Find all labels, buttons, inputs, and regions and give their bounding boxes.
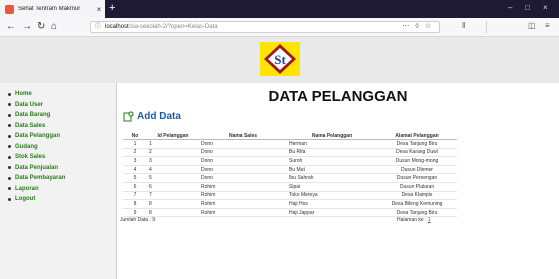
bullet-icon	[8, 155, 11, 159]
add-data-button[interactable]: Add Data	[123, 111, 181, 122]
bullet-icon	[8, 197, 11, 201]
bullet-icon	[8, 134, 11, 138]
sidebar: Home Data User Data Barang Data Sales Da…	[0, 83, 117, 279]
pelanggan-table: No Id Pelanggan Nama Sales Nama Pelangga…	[123, 132, 457, 218]
bullet-icon	[8, 113, 11, 117]
new-tab-button[interactable]: +	[109, 2, 115, 15]
tab-close-button[interactable]: ×	[93, 5, 105, 14]
table-row[interactable]: 2 2 Dono Bu Rifa Desa Karang Duwi	[123, 148, 457, 158]
column-header-no: No	[123, 132, 147, 140]
tab-title: Sehat Tentram Makmur	[18, 6, 81, 12]
sidebar-menu: Home Data User Data Barang Data Sales Da…	[8, 89, 65, 205]
site-info-icon[interactable]: ⓘ	[95, 22, 101, 32]
forward-icon[interactable]: →	[22, 20, 32, 34]
page-actions-icons[interactable]: ⋯ ◊ ☆	[402, 22, 433, 32]
sidebar-item-data-sales[interactable]: Data Sales	[8, 121, 65, 132]
window-minimize-button[interactable]: –	[508, 3, 512, 12]
site-logo[interactable]: St	[260, 42, 300, 76]
window-maximize-button[interactable]: □	[525, 3, 530, 12]
library-icon[interactable]: ‖	[462, 21, 465, 30]
toolbar-divider	[486, 21, 487, 33]
pagination-label: Halaman ke :	[397, 217, 427, 223]
address-bar[interactable]: ⓘ localhost /sia-sekolah-2/?open=Kelas-D…	[90, 21, 440, 33]
browser-nav-bar: ← → ↻ ⌂ ⓘ localhost /sia-sekolah-2/?open…	[0, 18, 559, 37]
sidebar-item-home[interactable]: Home	[8, 89, 65, 100]
table-row[interactable]: 3 3 Dono Suroh Dusun Mong-mong	[123, 156, 457, 166]
back-icon[interactable]: ←	[6, 20, 16, 34]
sidebar-item-data-pembayaran[interactable]: Data Pembayaran	[8, 173, 65, 184]
table-row[interactable]: 1 1 Dono Herman Desa Tanjung Biru	[123, 139, 457, 149]
sidebar-item-data-pelanggan[interactable]: Data Pelanggan	[8, 131, 65, 142]
sidebar-item-stok-sales[interactable]: Stok Sales	[8, 152, 65, 163]
column-header-pelanggan: Nama Pelanggan	[287, 132, 377, 140]
column-header-id: Id Pelanggan	[147, 132, 199, 140]
bullet-icon	[8, 176, 11, 180]
browser-tab-bar: Sehat Tentram Makmur × + – □ ×	[0, 0, 559, 18]
bullet-icon	[8, 187, 11, 191]
table-row[interactable]: 5 5 Dono Ibu Sahrah Dusun Pereengan	[123, 173, 457, 183]
column-header-sales: Nama Sales	[199, 132, 287, 140]
window-close-button[interactable]: ×	[543, 3, 548, 12]
reload-icon[interactable]: ↻	[37, 20, 45, 34]
table-row[interactable]: 6 6 Rohim Sipai Dusun Plalaran	[123, 182, 457, 192]
table-row[interactable]: 4 4 Dono Bu Mut Dusun Dlemer	[123, 165, 457, 175]
table-row[interactable]: 9 8 Rohim Haji Jappar Desa Tanjung Biru	[123, 208, 457, 218]
bullet-icon	[8, 103, 11, 107]
favicon-icon	[5, 4, 14, 14]
column-header-alamat: Alamat Pelanggan	[377, 132, 457, 140]
sidebar-item-logout[interactable]: Logout	[8, 194, 65, 205]
bullet-icon	[8, 92, 11, 96]
sidebar-item-laporan[interactable]: Laporan	[8, 184, 65, 195]
sidebar-toggle-icon[interactable]: ◫	[528, 21, 536, 30]
table-row[interactable]: 7 7 Rohim Toko Mereya Desa Klampis	[123, 191, 457, 201]
bullet-icon	[8, 145, 11, 149]
sidebar-item-gudang[interactable]: Gudang	[8, 142, 65, 153]
page-link-1[interactable]: 1	[428, 217, 431, 223]
main-content: DATA PELANGGAN Add Data No Id Pelanggan …	[117, 83, 559, 279]
pagination: Halaman ke : 1	[397, 217, 431, 223]
home-icon[interactable]: ⌂	[51, 20, 57, 34]
add-data-label: Add Data	[137, 111, 181, 122]
table-header-row: No Id Pelanggan Nama Sales Nama Pelangga…	[123, 132, 457, 140]
bullet-icon	[8, 124, 11, 128]
browser-tab[interactable]: Sehat Tentram Makmur ×	[0, 0, 105, 18]
menu-icon[interactable]: ≡	[545, 21, 550, 30]
logo-text: St	[274, 52, 286, 67]
table-row[interactable]: 8 8 Rohim Haji Hos Desa Bileng Kemuning	[123, 199, 457, 209]
row-count: Jumlah Data : 9	[120, 217, 156, 223]
add-document-icon	[123, 111, 134, 122]
sidebar-item-data-barang[interactable]: Data Barang	[8, 110, 65, 121]
bullet-icon	[8, 166, 11, 170]
url-host: localhost	[105, 24, 129, 30]
url-path: /sia-sekolah-2/?open=Kelas-Data	[128, 24, 218, 30]
page-title: DATA PELANGGAN	[268, 88, 408, 105]
sidebar-item-data-penjualan[interactable]: Data Penjualan	[8, 163, 65, 174]
sidebar-item-data-user[interactable]: Data User	[8, 100, 65, 111]
